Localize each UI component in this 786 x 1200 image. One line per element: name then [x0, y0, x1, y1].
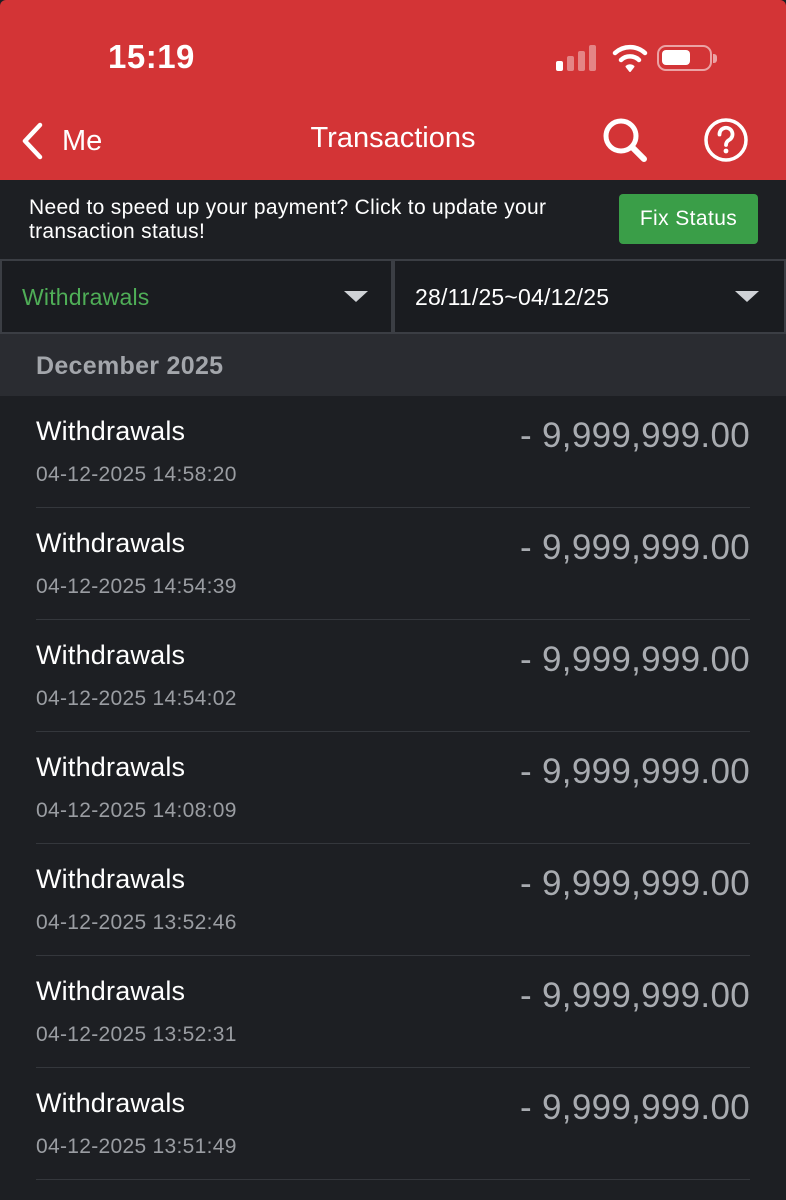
signal-bar — [556, 61, 563, 71]
transaction-datetime: 04-12-2025 13:52:31 — [36, 1023, 237, 1046]
transaction-datetime: 04-12-2025 14:54:39 — [36, 575, 237, 598]
transaction-amount: - 9,999,999.00 — [520, 640, 750, 679]
transaction-row[interactable]: Withdrawals 04-12-2025 14:08:09 - 9,999,… — [0, 732, 786, 844]
signal-bar — [589, 45, 596, 71]
fix-status-button[interactable]: Fix Status — [619, 194, 758, 244]
app-header: 15:19 Me Transactions — [0, 0, 786, 180]
caret-down-icon — [735, 291, 759, 302]
transaction-row[interactable]: Withdrawals 04-12-2025 14:54:02 - 9,999,… — [0, 620, 786, 732]
section-title: December 2025 — [36, 352, 224, 380]
transaction-row[interactable]: Withdrawals 04-12-2025 14:58:20 - 9,999,… — [0, 396, 786, 508]
notice-text: Need to speed up your payment? Click to … — [29, 196, 547, 243]
transaction-row[interactable]: Withdrawals 04-12-2025 13:52:31 - 9,999,… — [0, 956, 786, 1068]
transaction-amount: - 9,999,999.00 — [520, 528, 750, 567]
transaction-name: Withdrawals — [36, 640, 186, 670]
transaction-list: Withdrawals 04-12-2025 14:58:20 - 9,999,… — [0, 396, 786, 1180]
search-button[interactable] — [600, 115, 650, 165]
help-circle-icon — [704, 118, 748, 162]
caret-down-icon — [344, 291, 368, 302]
transaction-amount: - 9,999,999.00 — [520, 416, 750, 455]
transaction-amount: - 9,999,999.00 — [520, 752, 750, 791]
page-title: Transactions — [310, 122, 476, 154]
status-icons — [556, 41, 717, 75]
transaction-name: Withdrawals — [36, 752, 186, 782]
help-button[interactable] — [702, 116, 750, 164]
transaction-amount: - 9,999,999.00 — [520, 976, 750, 1015]
month-section-header: December 2025 — [0, 334, 786, 396]
transaction-amount: - 9,999,999.00 — [520, 1088, 750, 1127]
status-time: 15:19 — [108, 38, 195, 75]
transaction-datetime: 04-12-2025 14:08:09 — [36, 799, 237, 822]
transaction-datetime: 04-12-2025 13:52:46 — [36, 911, 237, 934]
transaction-datetime: 04-12-2025 13:51:49 — [36, 1135, 237, 1158]
transaction-name: Withdrawals — [36, 1088, 186, 1118]
signal-bar — [567, 56, 574, 71]
transaction-amount: - 9,999,999.00 — [520, 864, 750, 903]
transaction-name: Withdrawals — [36, 416, 186, 446]
transaction-row[interactable]: Withdrawals 04-12-2025 13:52:46 - 9,999,… — [0, 844, 786, 956]
type-filter-value: Withdrawals — [22, 284, 150, 310]
transaction-row[interactable]: Withdrawals 04-12-2025 14:54:39 - 9,999,… — [0, 508, 786, 620]
type-filter-dropdown[interactable]: Withdrawals — [0, 259, 393, 334]
transaction-name: Withdrawals — [36, 528, 186, 558]
transaction-name: Withdrawals — [36, 976, 186, 1006]
filter-bar: Withdrawals 28/11/25~04/12/25 — [0, 259, 786, 334]
transaction-row[interactable]: Withdrawals 04-12-2025 13:51:49 - 9,999,… — [0, 1068, 786, 1180]
divider — [36, 1179, 750, 1180]
date-range-dropdown[interactable]: 28/11/25~04/12/25 — [393, 259, 786, 334]
date-range-value: 28/11/25~04/12/25 — [415, 284, 610, 310]
search-icon — [603, 118, 647, 162]
transaction-name: Withdrawals — [36, 864, 186, 894]
battery-icon — [657, 45, 717, 71]
signal-bar — [578, 51, 585, 71]
transaction-datetime: 04-12-2025 14:58:20 — [36, 463, 237, 486]
status-notice: Need to speed up your payment? Click to … — [0, 180, 786, 258]
transaction-datetime: 04-12-2025 14:54:02 — [36, 687, 237, 710]
wifi-icon — [612, 44, 648, 72]
